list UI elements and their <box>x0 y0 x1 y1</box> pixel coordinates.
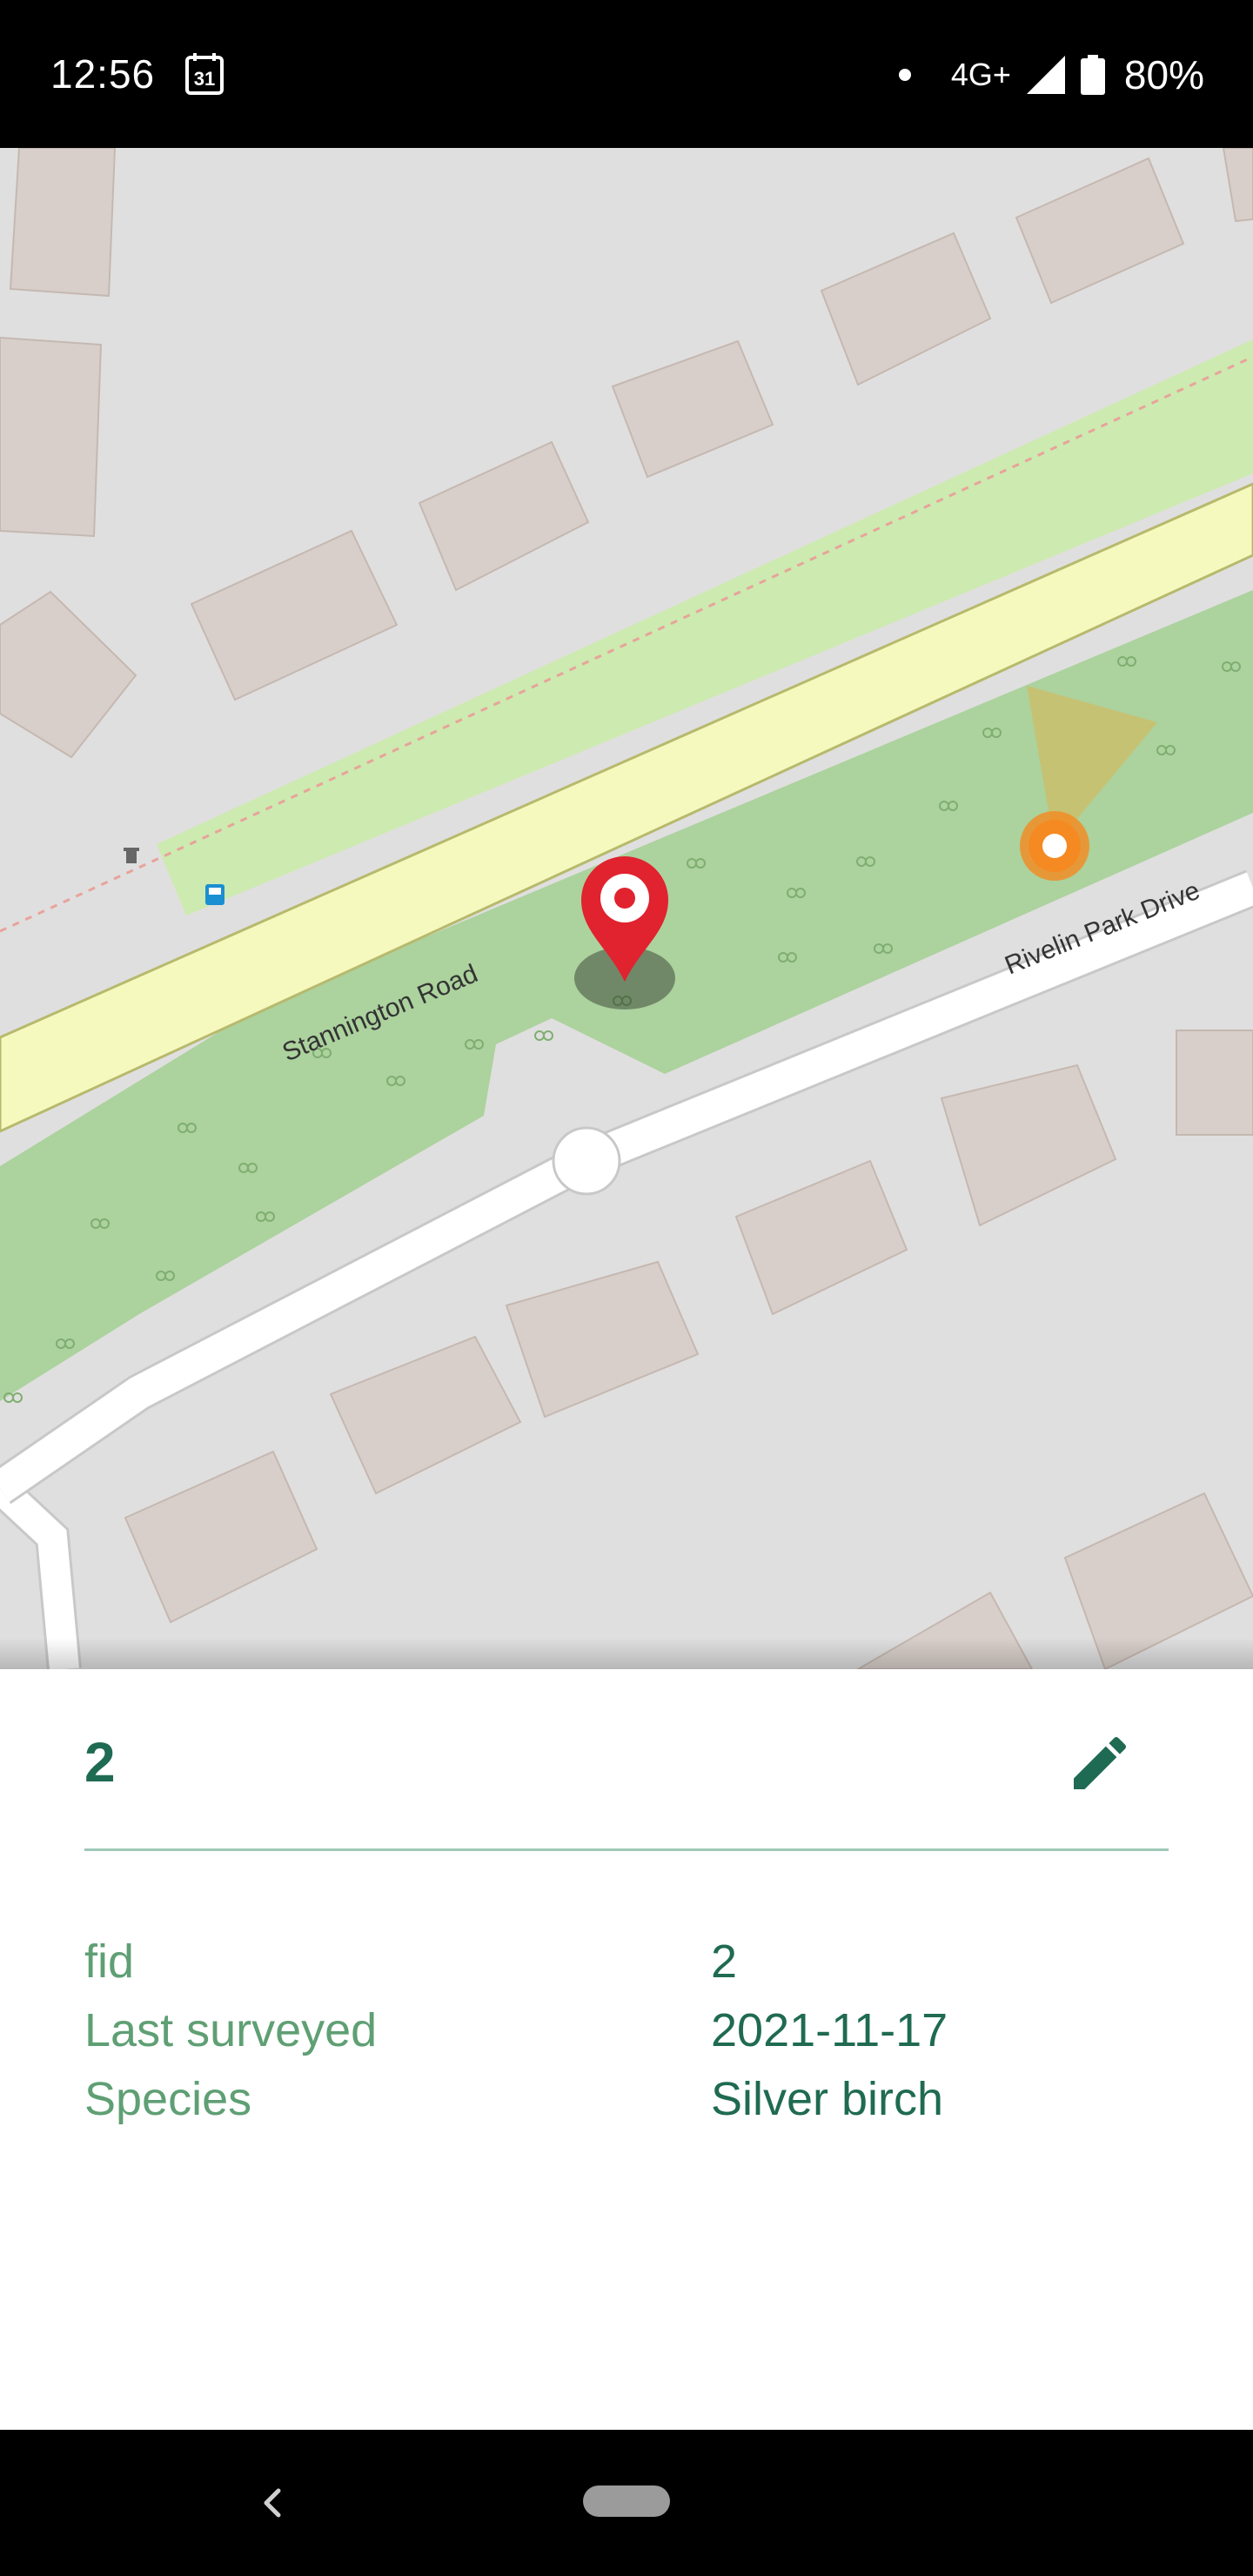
current-location-icon[interactable] <box>1020 811 1089 881</box>
attribute-value: 2021-11-17 <box>711 2004 948 2056</box>
title-divider <box>84 1848 1169 1851</box>
building <box>820 231 992 386</box>
battery-percent: 80% <box>1123 52 1204 97</box>
edit-button[interactable] <box>1060 1723 1140 1803</box>
building <box>9 148 117 298</box>
network-type: 4G+ <box>950 57 1011 92</box>
building <box>0 590 137 759</box>
bus-stop-icon <box>205 884 224 905</box>
attribute-row: Last surveyed 2021-11-17 <box>84 2003 1169 2072</box>
attribute-key: Last surveyed <box>84 2004 378 2056</box>
attribute-key: fid <box>84 1935 135 1988</box>
feature-detail-sheet: 2 fid 2 Last surveyed 2021-11-17 Species… <box>0 1669 1253 2430</box>
attribute-key: Species <box>84 2073 252 2125</box>
calendar-icon: 31 <box>185 53 224 95</box>
map-bottom-shadow <box>0 1638 1253 1669</box>
building <box>190 529 399 701</box>
map-canvas[interactable]: Stannington Road Rivelin Park Drive <box>0 148 1253 1669</box>
notification-dot-icon <box>898 69 911 81</box>
battery-icon <box>1080 55 1105 95</box>
status-time: 12:56 <box>50 51 156 97</box>
turning-circle <box>552 1126 621 1196</box>
building <box>734 1159 908 1316</box>
building <box>1176 1030 1253 1136</box>
building <box>611 339 774 479</box>
feature-title: 2 <box>84 1731 116 1794</box>
building <box>329 1335 522 1495</box>
waste-basket-icon <box>124 848 139 863</box>
building <box>124 1450 318 1624</box>
building <box>1222 148 1253 223</box>
signal-icon <box>1026 56 1065 94</box>
attribute-table: fid 2 Last surveyed 2021-11-17 Species S… <box>84 1935 1169 2141</box>
calendar-day: 31 <box>194 68 215 90</box>
attribute-value: 2 <box>711 1935 738 1988</box>
attribute-row: fid 2 <box>84 1935 1169 2003</box>
home-pill[interactable] <box>583 2485 670 2517</box>
attribute-row: Species Silver birch <box>84 2072 1169 2141</box>
map-view[interactable]: Stannington Road Rivelin Park Drive <box>0 148 1253 1669</box>
pencil-icon <box>1074 1736 1127 1789</box>
building <box>1015 157 1185 305</box>
building <box>940 1063 1117 1227</box>
back-icon[interactable] <box>252 2479 291 2527</box>
attribute-value: Silver birch <box>711 2073 944 2125</box>
navigation-bar <box>0 2430 1253 2576</box>
building <box>418 440 590 592</box>
building <box>0 336 103 538</box>
building <box>505 1260 700 1419</box>
status-bar: 12:56 31 4G+ 80% <box>0 0 1253 148</box>
